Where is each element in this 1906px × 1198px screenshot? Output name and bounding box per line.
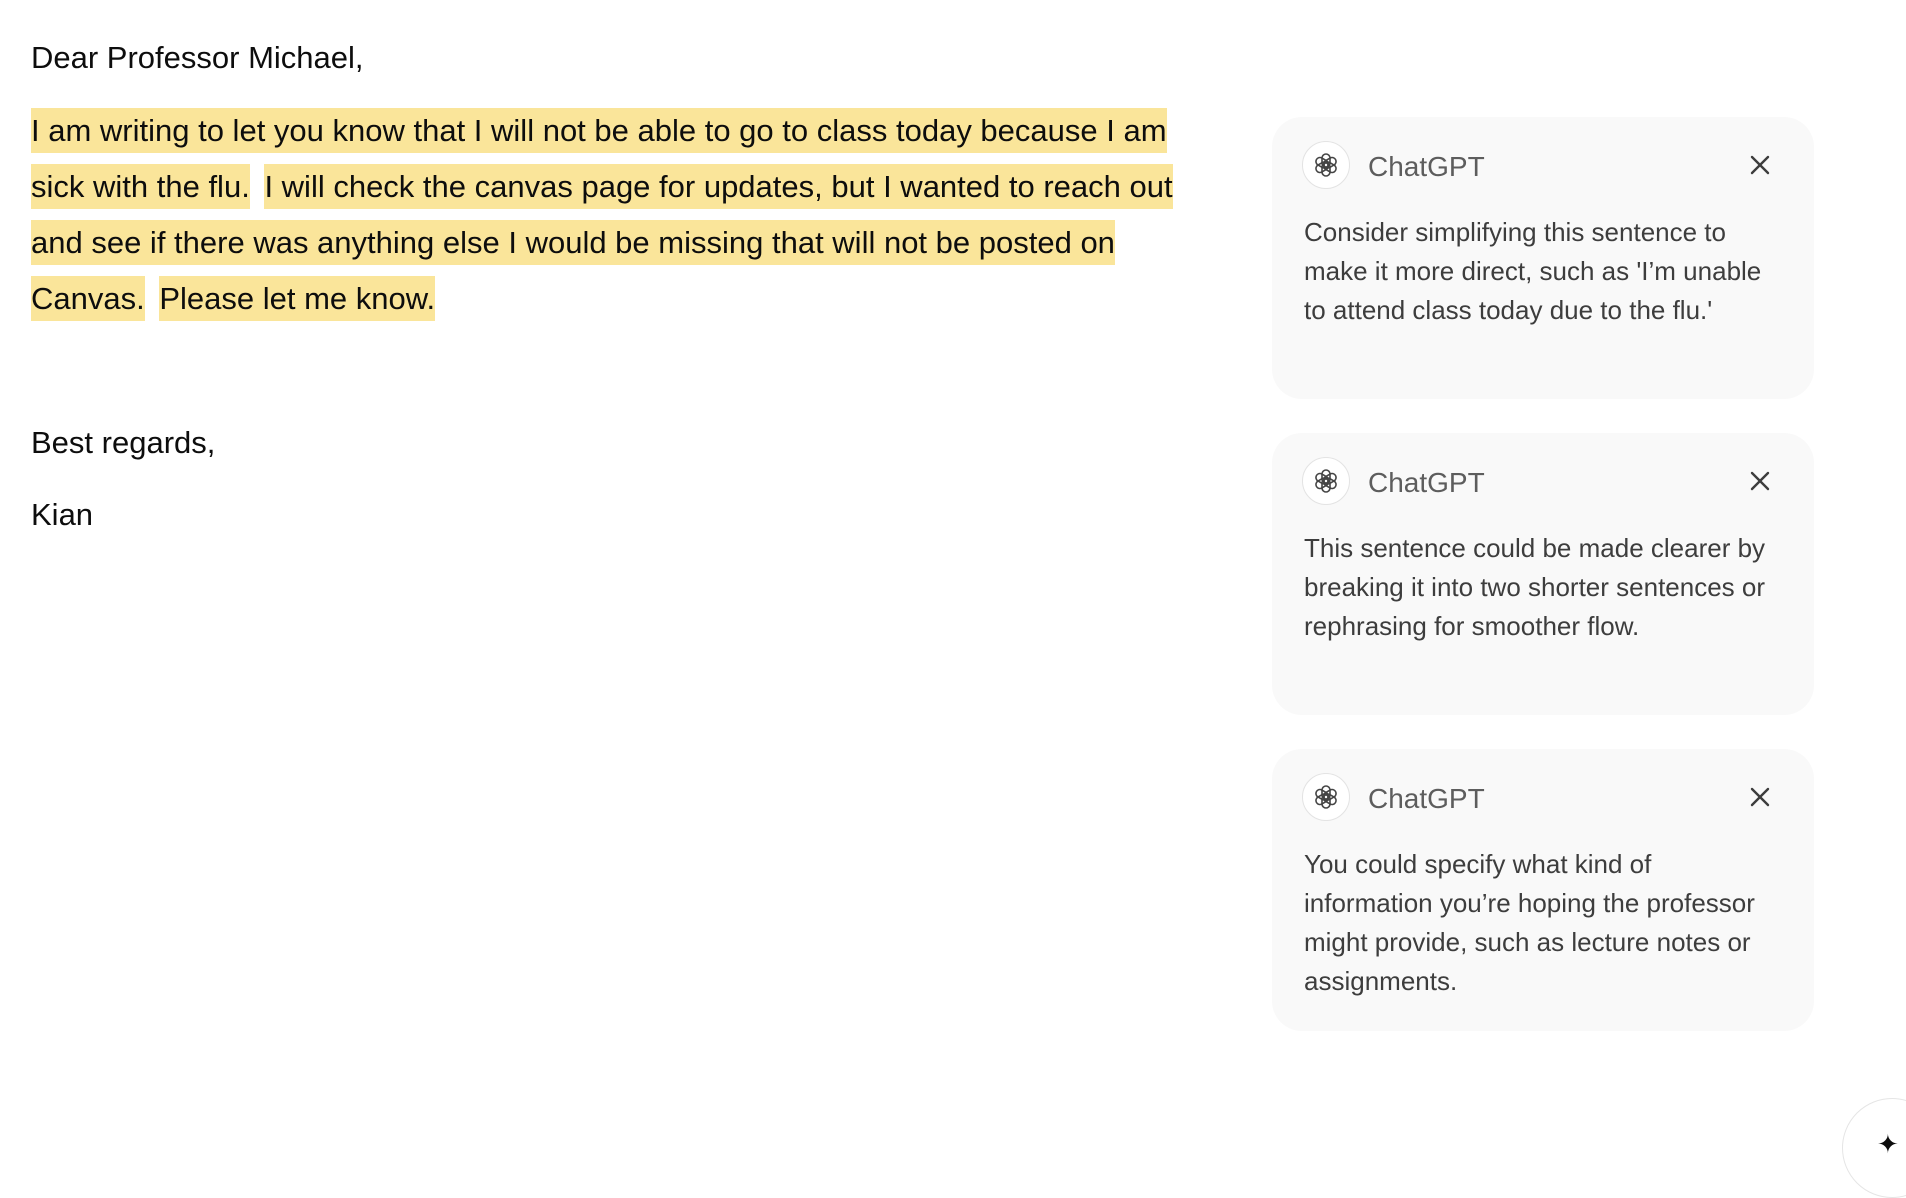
suggestion-author: ChatGPT [1368, 151, 1485, 182]
suggestion-text: Consider simplifying this sentence to ma… [1304, 217, 1762, 325]
email-body[interactable]: I am writing to let you know that I will… [31, 103, 1211, 327]
close-icon[interactable] [1748, 469, 1772, 493]
sparkle-icon: ✦ [1877, 1129, 1899, 1159]
email-signature: Kian [31, 497, 94, 532]
email-closing: Best regards, [31, 425, 216, 460]
suggestion-header: ChatGPT [1302, 457, 1784, 507]
suggestion-header: ChatGPT [1302, 141, 1784, 191]
close-icon[interactable] [1748, 785, 1772, 809]
close-icon[interactable] [1748, 153, 1772, 177]
suggestion-card[interactable]: ChatGPT You could specify what kind of i… [1272, 749, 1814, 1031]
suggestion-text: This sentence could be made clearer by b… [1304, 533, 1766, 641]
highlighted-sentence-3[interactable]: Please let me know. [159, 276, 436, 321]
suggestion-author: ChatGPT [1368, 783, 1485, 814]
email-greeting: Dear Professor Michael, [31, 40, 364, 75]
openai-logo-icon [1302, 457, 1350, 505]
openai-logo-icon [1302, 773, 1350, 821]
suggestion-text: You could specify what kind of informati… [1304, 849, 1755, 996]
openai-logo-icon [1302, 141, 1350, 189]
edit-tools-button[interactable]: ✦ [1842, 1098, 1906, 1198]
suggestion-card[interactable]: ChatGPT Consider simplifying this senten… [1272, 117, 1814, 399]
suggestion-author: ChatGPT [1368, 467, 1485, 498]
suggestion-card[interactable]: ChatGPT This sentence could be made clea… [1272, 433, 1814, 715]
suggestion-header: ChatGPT [1302, 773, 1784, 823]
